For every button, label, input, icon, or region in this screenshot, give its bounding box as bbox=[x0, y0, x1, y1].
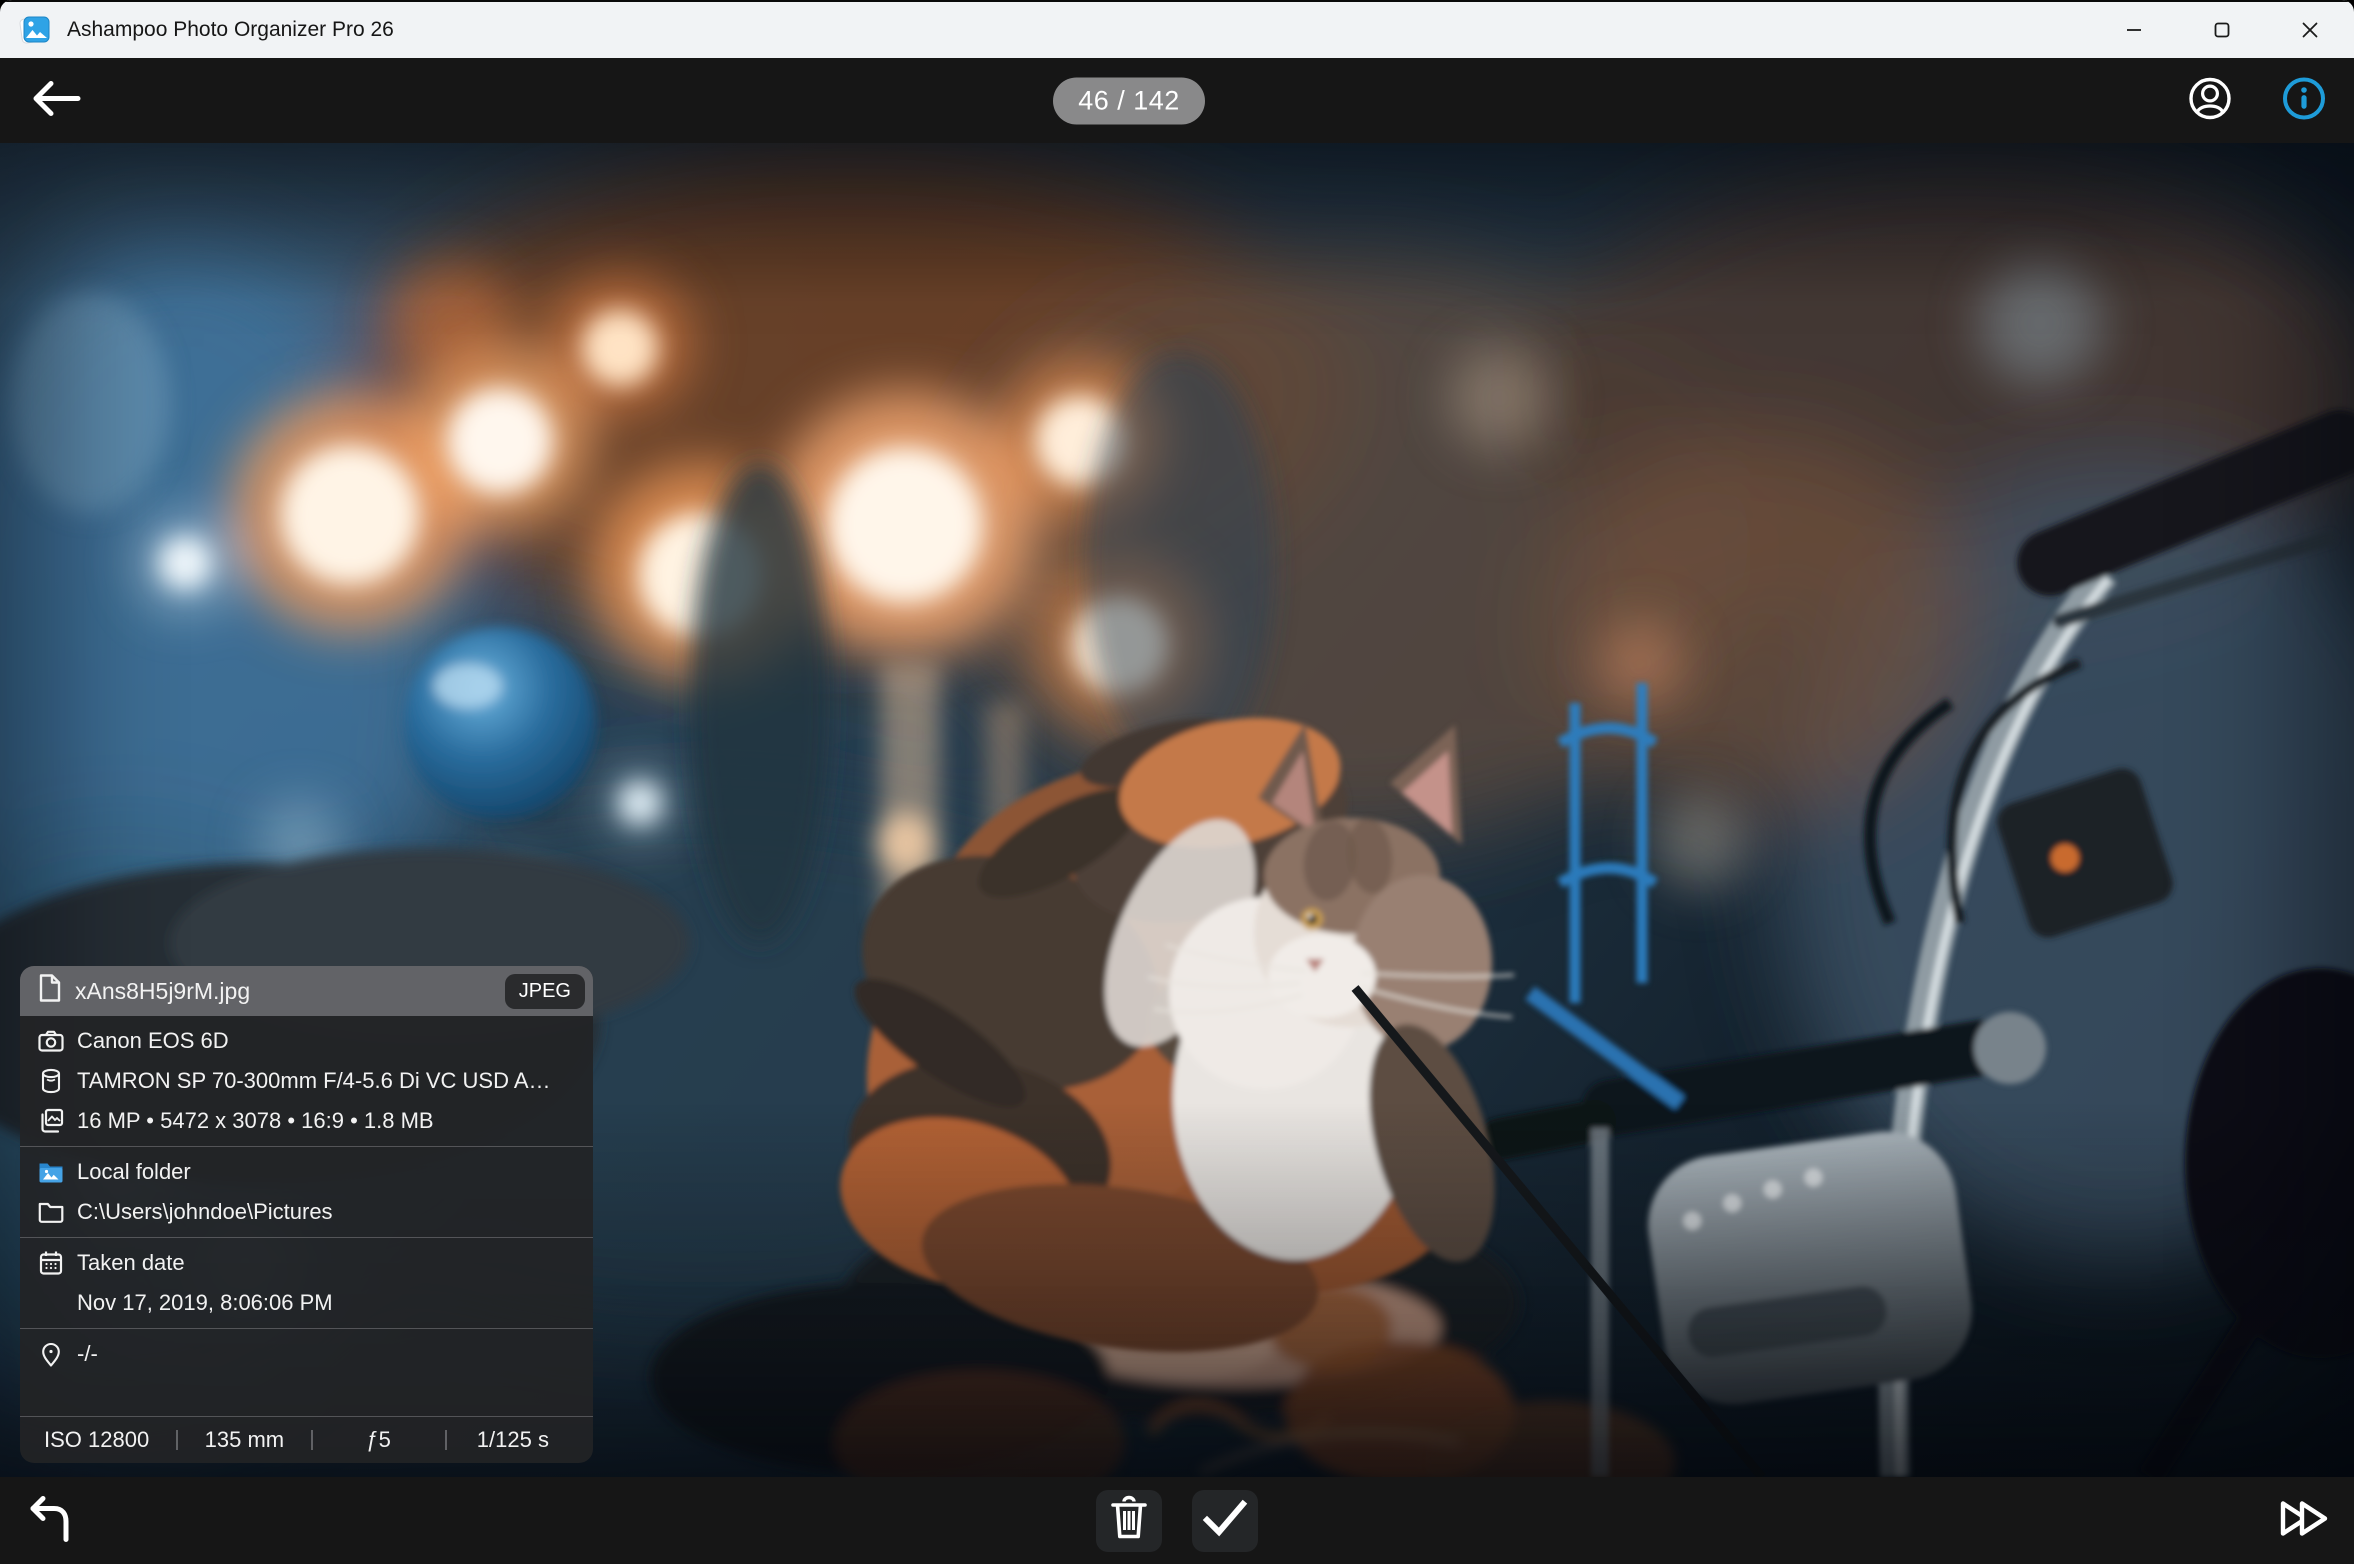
date-value-row: Nov 17, 2019, 8:06:06 PM bbox=[20, 1283, 593, 1323]
folder-icon bbox=[38, 1201, 64, 1223]
date-value-label: Nov 17, 2019, 8:06:06 PM bbox=[77, 1290, 333, 1316]
camera-section: Canon EOS 6D TAMRON SP 70-300mm F/4-5.6 … bbox=[20, 1016, 593, 1146]
checkmark-icon bbox=[1201, 1498, 1249, 1543]
metadata-panel: xAns8H5j9rM.jpg JPEG Canon EOS 6D bbox=[20, 966, 593, 1463]
title-bar: Ashampoo Photo Organizer Pro 26 bbox=[0, 0, 2354, 58]
lens-row: TAMRON SP 70-300mm F/4-5.6 Di VC USD A… bbox=[20, 1061, 593, 1101]
undo-arrow-icon bbox=[24, 1493, 74, 1548]
camera-icon bbox=[38, 1029, 64, 1053]
minimize-button[interactable] bbox=[2090, 2, 2178, 58]
location-row: -/- bbox=[20, 1334, 593, 1374]
metadata-header: xAns8H5j9rM.jpg JPEG bbox=[20, 966, 593, 1016]
bottom-toolbar bbox=[0, 1477, 2354, 1564]
location-section: -/- bbox=[20, 1329, 593, 1416]
path-row: C:\Users\johndoe\Pictures bbox=[20, 1192, 593, 1232]
date-title-row: Taken date bbox=[20, 1243, 593, 1283]
trash-icon bbox=[1106, 1494, 1152, 1547]
size-row: 16 MP • 5472 x 3078 • 16:9 • 1.8 MB bbox=[20, 1101, 593, 1141]
shutter-speed-value: 1/125 s bbox=[447, 1427, 579, 1453]
review-actions bbox=[1096, 1490, 1258, 1552]
filename-label: xAns8H5j9rM.jpg bbox=[75, 978, 505, 1005]
camera-label: Canon EOS 6D bbox=[77, 1028, 229, 1054]
accept-button[interactable] bbox=[1192, 1490, 1258, 1552]
info-button[interactable] bbox=[2280, 74, 2328, 127]
path-label: C:\Users\johndoe\Pictures bbox=[77, 1199, 333, 1225]
aperture-value: ƒ5 bbox=[313, 1427, 445, 1453]
image-stack-icon bbox=[38, 1108, 64, 1134]
back-button[interactable] bbox=[26, 76, 86, 125]
date-title-label: Taken date bbox=[77, 1250, 185, 1276]
maximize-button[interactable] bbox=[2178, 2, 2266, 58]
app-window: Ashampoo Photo Organizer Pro 26 46 / 142 bbox=[0, 0, 2354, 1564]
file-icon bbox=[38, 974, 62, 1008]
window-controls bbox=[2090, 2, 2354, 58]
camera-row: Canon EOS 6D bbox=[20, 1021, 593, 1061]
location-value-label: -/- bbox=[77, 1341, 98, 1367]
date-section: Taken date Nov 17, 2019, 8:06:06 PM bbox=[20, 1238, 593, 1328]
exif-footer: ISO 12800 135 mm ƒ5 1/125 s bbox=[20, 1416, 593, 1463]
info-icon bbox=[2280, 74, 2328, 127]
top-toolbar: 46 / 142 bbox=[0, 58, 2354, 143]
fast-forward-icon bbox=[2278, 1498, 2330, 1543]
skip-forward-button[interactable] bbox=[2278, 1498, 2330, 1543]
location-pin-icon bbox=[38, 1341, 64, 1367]
app-logo-icon bbox=[18, 13, 52, 47]
iso-value: ISO 12800 bbox=[34, 1427, 176, 1453]
user-icon bbox=[2186, 74, 2234, 127]
size-label: 16 MP • 5472 x 3078 • 16:9 • 1.8 MB bbox=[77, 1108, 434, 1134]
user-profile-button[interactable] bbox=[2186, 74, 2234, 127]
source-section: Local folder C:\Users\johndoe\Pictures bbox=[20, 1147, 593, 1237]
calendar-icon bbox=[38, 1250, 64, 1276]
source-label: Local folder bbox=[77, 1159, 191, 1185]
window-title: Ashampoo Photo Organizer Pro 26 bbox=[67, 18, 394, 42]
photo-view[interactable]: xAns8H5j9rM.jpg JPEG Canon EOS 6D bbox=[0, 143, 2354, 1477]
lens-icon bbox=[38, 1068, 64, 1094]
delete-button[interactable] bbox=[1096, 1490, 1162, 1552]
source-row: Local folder bbox=[20, 1152, 593, 1192]
lens-label: TAMRON SP 70-300mm F/4-5.6 Di VC USD A… bbox=[77, 1068, 551, 1094]
close-button[interactable] bbox=[2266, 2, 2354, 58]
focal-length-value: 135 mm bbox=[178, 1427, 310, 1453]
format-badge: JPEG bbox=[505, 974, 585, 1009]
pictures-folder-icon bbox=[38, 1160, 64, 1184]
photo-counter-badge: 46 / 142 bbox=[1053, 77, 1205, 124]
back-arrow-icon bbox=[26, 76, 86, 125]
undo-button[interactable] bbox=[24, 1493, 74, 1548]
